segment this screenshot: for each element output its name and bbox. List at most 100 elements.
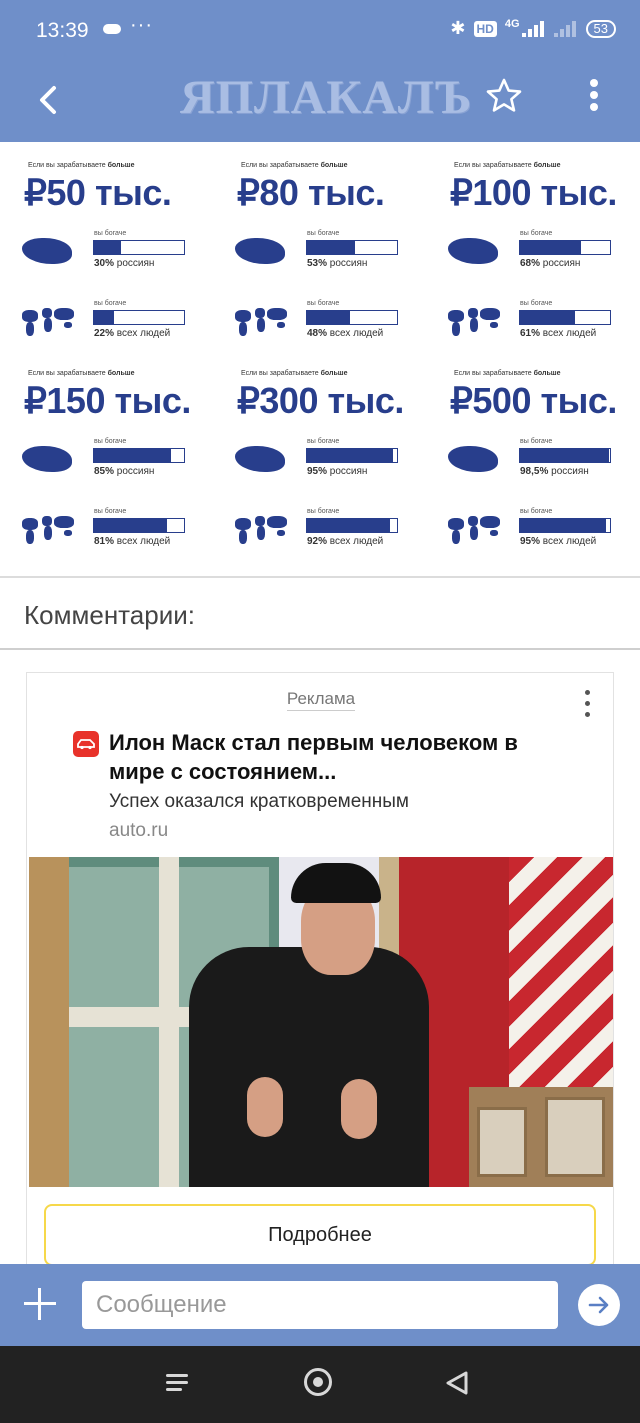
progress-fill	[520, 449, 609, 462]
percent-label: 81% всех людей	[94, 536, 171, 547]
progress-fill	[307, 449, 393, 462]
richer-label: вы богаче	[307, 508, 340, 515]
russia-row: вы богаче 85% россиян	[22, 438, 212, 488]
person	[189, 947, 429, 1187]
picture-frame	[477, 1107, 527, 1177]
status-indicators: ✱ HD 4G 53	[450, 18, 616, 39]
message-input[interactable]: Сообщение	[82, 1281, 558, 1329]
status-dots: ···	[130, 14, 153, 36]
russia-map-icon	[235, 446, 285, 472]
income-caption: Если вы зарабатываете больше	[28, 370, 135, 377]
thumb-up	[341, 1079, 377, 1139]
richer-label: вы богаче	[307, 300, 340, 307]
world-row: вы богаче 81% всех людей	[22, 508, 212, 558]
back-icon[interactable]	[30, 80, 70, 120]
site-logo[interactable]: ЯПЛАКАЛЪ	[180, 70, 472, 125]
russia-row: вы богаче 53% россиян	[235, 230, 425, 280]
status-bar: 13:39 ··· ✱ HD 4G 53	[0, 0, 640, 62]
russia-row: вы богаче 98,5% россиян	[448, 438, 638, 488]
comments-heading: Комментарии:	[24, 600, 195, 630]
progress-bar	[306, 518, 398, 533]
more-icon[interactable]	[584, 76, 604, 120]
world-row: вы богаче 22% всех людей	[22, 300, 212, 350]
percent-label: 48% всех людей	[307, 328, 384, 339]
percent-label: 95% всех людей	[520, 536, 597, 547]
richer-label: вы богаче	[94, 300, 127, 307]
ad-image[interactable]	[29, 857, 613, 1187]
income-caption: Если вы зарабатываете больше	[241, 370, 348, 377]
app-bar: ЯПЛАКАЛЪ	[0, 62, 640, 142]
car-icon	[73, 731, 99, 757]
russia-map-icon	[22, 446, 72, 472]
ad-label: Реклама	[27, 689, 615, 711]
progress-bar	[306, 240, 398, 255]
home-icon[interactable]	[304, 1368, 332, 1396]
progress-fill	[307, 311, 351, 324]
percent-label: 98,5% россиян	[520, 466, 589, 477]
progress-bar	[93, 448, 185, 463]
income-amount: ₽100 тыс.	[450, 172, 617, 213]
progress-fill	[307, 519, 390, 532]
world-row: вы богаче 48% всех людей	[235, 300, 425, 350]
richer-label: вы богаче	[94, 230, 127, 237]
progress-bar	[93, 240, 185, 255]
richer-label: вы богаче	[307, 438, 340, 445]
divider	[0, 576, 640, 578]
world-map-icon	[448, 306, 502, 336]
progress-bar	[306, 448, 398, 463]
progress-bar	[519, 448, 611, 463]
world-row: вы богаче 61% всех людей	[448, 300, 638, 350]
post-image-infographic: Если вы зарабатываете больше ₽50 тыс. вы б…	[0, 142, 640, 576]
ad-card[interactable]: Реклама Илон Маск стал первым человеком …	[26, 672, 614, 1272]
ad-domain[interactable]: auto.ru	[109, 820, 168, 842]
send-icon[interactable]	[578, 1284, 620, 1326]
progress-fill	[520, 241, 582, 254]
progress-fill	[520, 311, 575, 324]
bluetooth-icon: ✱	[450, 18, 466, 38]
progress-bar	[93, 310, 185, 325]
income-caption: Если вы зарабатываете больше	[454, 370, 561, 377]
progress-fill	[94, 311, 114, 324]
message-composer: Сообщение	[0, 1264, 640, 1346]
richer-label: вы богаче	[520, 508, 553, 515]
income-amount: ₽80 тыс.	[237, 172, 385, 213]
progress-bar	[93, 518, 185, 533]
progress-fill	[94, 241, 121, 254]
plus-icon[interactable]	[22, 1286, 58, 1322]
richer-label: вы богаче	[94, 508, 127, 515]
russia-map-icon	[448, 446, 498, 472]
ad-more-icon[interactable]	[581, 687, 593, 721]
ad-more-button[interactable]: Подробнее	[44, 1204, 596, 1266]
world-map-icon	[22, 306, 76, 336]
percent-label: 30% россиян	[94, 258, 155, 269]
income-amount: ₽50 тыс.	[24, 172, 172, 213]
network-type: 4G	[504, 17, 520, 30]
ad-label-text: Реклама	[286, 689, 356, 711]
star-icon[interactable]	[484, 76, 524, 116]
menu-icon[interactable]	[166, 1372, 192, 1394]
richer-label: вы богаче	[520, 438, 553, 445]
progress-bar	[519, 518, 611, 533]
status-time: 13:39	[36, 19, 89, 42]
richer-label: вы богаче	[520, 300, 553, 307]
hd-badge: HD	[473, 20, 497, 37]
richer-label: вы богаче	[307, 230, 340, 237]
percent-label: 92% всех людей	[307, 536, 384, 547]
thumb-up	[247, 1077, 283, 1137]
ad-title[interactable]: Илон Маск стал первым человеком в мире с…	[109, 728, 579, 786]
percent-label: 68% россиян	[520, 258, 581, 269]
cloud-icon	[103, 24, 121, 34]
percent-label: 85% россиян	[94, 466, 155, 477]
income-cell: Если вы зарабатываете больше ₽300 тыс. вы …	[213, 350, 426, 562]
russia-row: вы богаче 95% россиян	[235, 438, 425, 488]
world-map-icon	[448, 514, 502, 544]
russia-row: вы богаче 68% россиян	[448, 230, 638, 280]
nav-back-icon[interactable]	[442, 1368, 472, 1398]
russia-map-icon	[448, 238, 498, 264]
progress-fill	[94, 519, 167, 532]
world-row: вы богаче 95% всех людей	[448, 508, 638, 558]
russia-row: вы богаче 30% россиян	[22, 230, 212, 280]
income-cell: Если вы зарабатываете больше ₽500 тыс. вы …	[426, 350, 639, 562]
richer-label: вы богаче	[94, 438, 127, 445]
ad-subtitle: Успех оказался кратковременным	[109, 791, 409, 812]
